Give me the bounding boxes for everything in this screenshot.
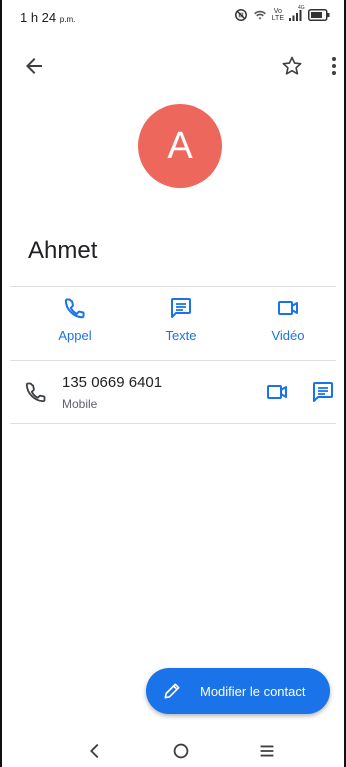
phone-type: Mobile	[62, 397, 98, 411]
quick-actions: Appel Texte Vidéo	[0, 296, 346, 352]
video-action-button[interactable]: Vidéo	[248, 296, 328, 343]
chevron-left-icon	[90, 743, 99, 759]
nav-recents-button[interactable]	[256, 740, 278, 762]
phone-number: 135 0669 6401	[62, 374, 163, 391]
star-outline-icon	[282, 56, 302, 75]
nav-back-button[interactable]	[84, 740, 106, 762]
wifi-icon	[253, 10, 266, 20]
video-icon	[278, 301, 298, 315]
phone-icon	[64, 298, 85, 319]
back-button[interactable]	[22, 54, 46, 78]
text-action-button[interactable]: Texte	[141, 296, 221, 343]
volte-top: Vo	[273, 8, 282, 15]
app-bar	[0, 48, 346, 84]
signal-label: 4G	[298, 5, 305, 11]
pencil-icon	[164, 683, 180, 699]
call-action-label: Appel	[58, 328, 92, 343]
status-bar: 1 h 24 p.m. Vo LTE 4G	[0, 0, 346, 34]
call-action-button[interactable]: Appel	[35, 296, 115, 343]
status-time: 1 h 24 p.m.	[20, 10, 75, 25]
status-time-suffix: p.m.	[59, 15, 76, 24]
favorite-button[interactable]	[280, 54, 304, 78]
status-icons: Vo LTE 4G	[234, 5, 330, 22]
menu-lines-icon	[260, 745, 274, 757]
contact-avatar: A	[138, 104, 222, 188]
arrow-back-icon	[26, 58, 42, 74]
battery-icon	[308, 9, 330, 21]
circle-home-icon	[173, 743, 189, 759]
edit-contact-button[interactable]: Modifier le contact	[146, 668, 330, 714]
status-time-value: 1 h 24	[20, 10, 57, 25]
more-vert-icon	[332, 57, 336, 75]
send-message-icon[interactable]	[311, 380, 335, 404]
system-nav-bar	[0, 736, 346, 766]
video-call-icon[interactable]	[265, 380, 289, 404]
more-options-button[interactable]	[322, 54, 346, 78]
signal-wrap: 4G	[289, 5, 305, 21]
message-icon	[171, 298, 191, 318]
video-action-label: Vidéo	[271, 328, 305, 343]
phone-number-row[interactable]: 135 0669 6401 Mobile	[0, 362, 346, 422]
edit-contact-label: Modifier le contact	[200, 683, 306, 699]
volte-bottom: LTE	[271, 15, 284, 22]
contact-name: Ahmet	[28, 237, 98, 264]
do-not-disturb-icon	[234, 9, 247, 21]
volte-indicator: Vo LTE	[272, 8, 284, 22]
divider-top	[10, 286, 336, 287]
divider-middle	[10, 360, 336, 361]
nav-home-button[interactable]	[170, 740, 192, 762]
text-action-label: Texte	[165, 328, 197, 343]
divider-bottom	[10, 423, 336, 424]
phone-icon	[25, 382, 46, 403]
